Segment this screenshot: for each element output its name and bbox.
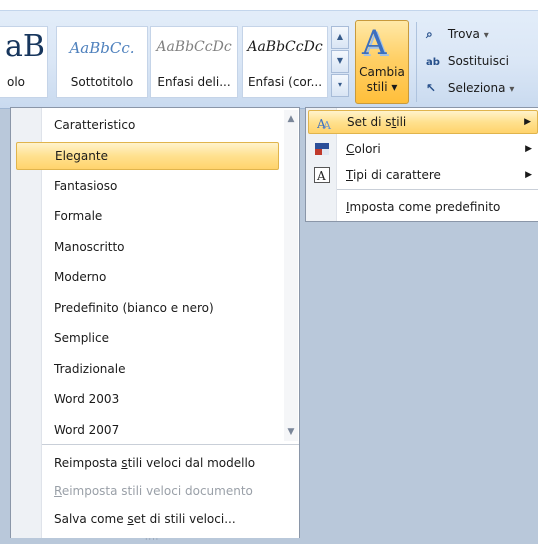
scroll-up-icon[interactable]: ▲: [284, 112, 298, 126]
style-sets-menu: Caratteristico Elegante Fantasioso Forma…: [10, 107, 300, 544]
style-sets-scrollbar[interactable]: ▲ ▼: [284, 110, 298, 441]
menu-separator: [337, 189, 538, 190]
select-button[interactable]: ↖ Seleziona ▾: [426, 77, 514, 99]
style-tile-subtle-emphasis[interactable]: AaBbCcDc Enfasi deli...: [150, 26, 238, 98]
style-set-item[interactable]: Word 2003: [11, 384, 279, 414]
style-set-item-selected[interactable]: Elegante: [16, 142, 279, 170]
group-separator: [416, 22, 417, 102]
gallery-more-icon[interactable]: ▾: [331, 74, 349, 97]
style-tile-subtitle[interactable]: AaBbCc. Sottotitolo: [56, 26, 148, 98]
style-label: olo: [7, 75, 26, 89]
gallery-up-icon[interactable]: ▲: [331, 26, 349, 49]
style-set-item[interactable]: Formale: [11, 201, 279, 231]
style-tile-emphasis[interactable]: AaBbCcDc Enfasi (cor...: [242, 26, 328, 98]
style-gallery-scroll[interactable]: ▲ ▼ ▾: [331, 26, 349, 98]
reset-document-styles-item: Reimposta stili veloci documento: [54, 484, 253, 498]
style-sample: AaBbCcDc: [247, 39, 323, 55]
style-set-submenu-item[interactable]: A A Set di stili ▶: [308, 110, 538, 134]
style-sample: AaBbCc.: [69, 39, 135, 57]
select-cursor-icon: ↖: [426, 81, 437, 95]
style-label: Sottotitolo: [70, 75, 134, 89]
style-label: Enfasi deli...: [157, 75, 231, 89]
change-styles-menu: A A Set di stili ▶ Colori ▶ A Tipi di ca…: [305, 107, 538, 222]
gallery-down-icon[interactable]: ▼: [331, 50, 349, 73]
reset-template-styles-item[interactable]: Reimposta stili veloci dal modello: [11, 448, 299, 478]
fonts-icon: A: [314, 167, 330, 183]
style-label: Enfasi (cor...: [247, 75, 323, 89]
submenu-arrow-icon: ▶: [525, 144, 532, 154]
style-set-item[interactable]: Manoscritto: [11, 232, 279, 262]
ribbon: aB olo AaBbCc. Sottotitolo AaBbCcDc Enfa…: [0, 0, 538, 109]
binoculars-icon: ⌕: [426, 27, 433, 41]
style-sample: AaBbCcDc: [156, 39, 232, 55]
style-set-item[interactable]: Tradizionale: [11, 354, 279, 384]
set-as-default-item[interactable]: Imposta come predefinito: [306, 194, 538, 220]
change-styles-icon: A: [362, 23, 387, 63]
svg-text:A: A: [316, 169, 326, 183]
resize-grip-icon[interactable]: ····: [145, 535, 159, 544]
replace-icon: ab: [426, 57, 440, 68]
svg-text:A: A: [322, 119, 332, 131]
fonts-submenu-item[interactable]: A Tipi di carattere ▶: [306, 162, 538, 188]
change-styles-label: Cambia stili ▾: [359, 65, 405, 94]
style-sample: aB: [5, 29, 45, 64]
style-set-item[interactable]: Predefinito (bianco e nero): [11, 293, 279, 323]
colors-submenu-item[interactable]: Colori ▶: [306, 136, 538, 162]
style-set-item[interactable]: Word 2007: [11, 415, 279, 445]
find-button[interactable]: ⌕ Trova ▾: [426, 23, 489, 45]
scroll-down-icon[interactable]: ▼: [284, 425, 298, 439]
style-set-icon: A A: [317, 117, 332, 131]
replace-button[interactable]: ab Sostituisci: [426, 50, 509, 72]
style-set-item[interactable]: Caratteristico: [11, 110, 279, 140]
style-set-item[interactable]: Moderno: [11, 262, 279, 292]
menu-separator: [42, 444, 299, 445]
colors-icon: [315, 143, 329, 155]
save-style-set-item[interactable]: Salva come set di stili veloci...: [11, 504, 299, 534]
change-styles-button[interactable]: A Cambia stili ▾: [355, 20, 409, 104]
style-set-item[interactable]: Fantasioso: [11, 171, 279, 201]
ribbon-top-edge: [0, 0, 538, 11]
submenu-arrow-icon: ▶: [524, 117, 531, 127]
style-tile-title[interactable]: aB olo: [0, 26, 48, 98]
style-set-item[interactable]: Semplice: [11, 323, 279, 353]
submenu-arrow-icon: ▶: [525, 170, 532, 180]
